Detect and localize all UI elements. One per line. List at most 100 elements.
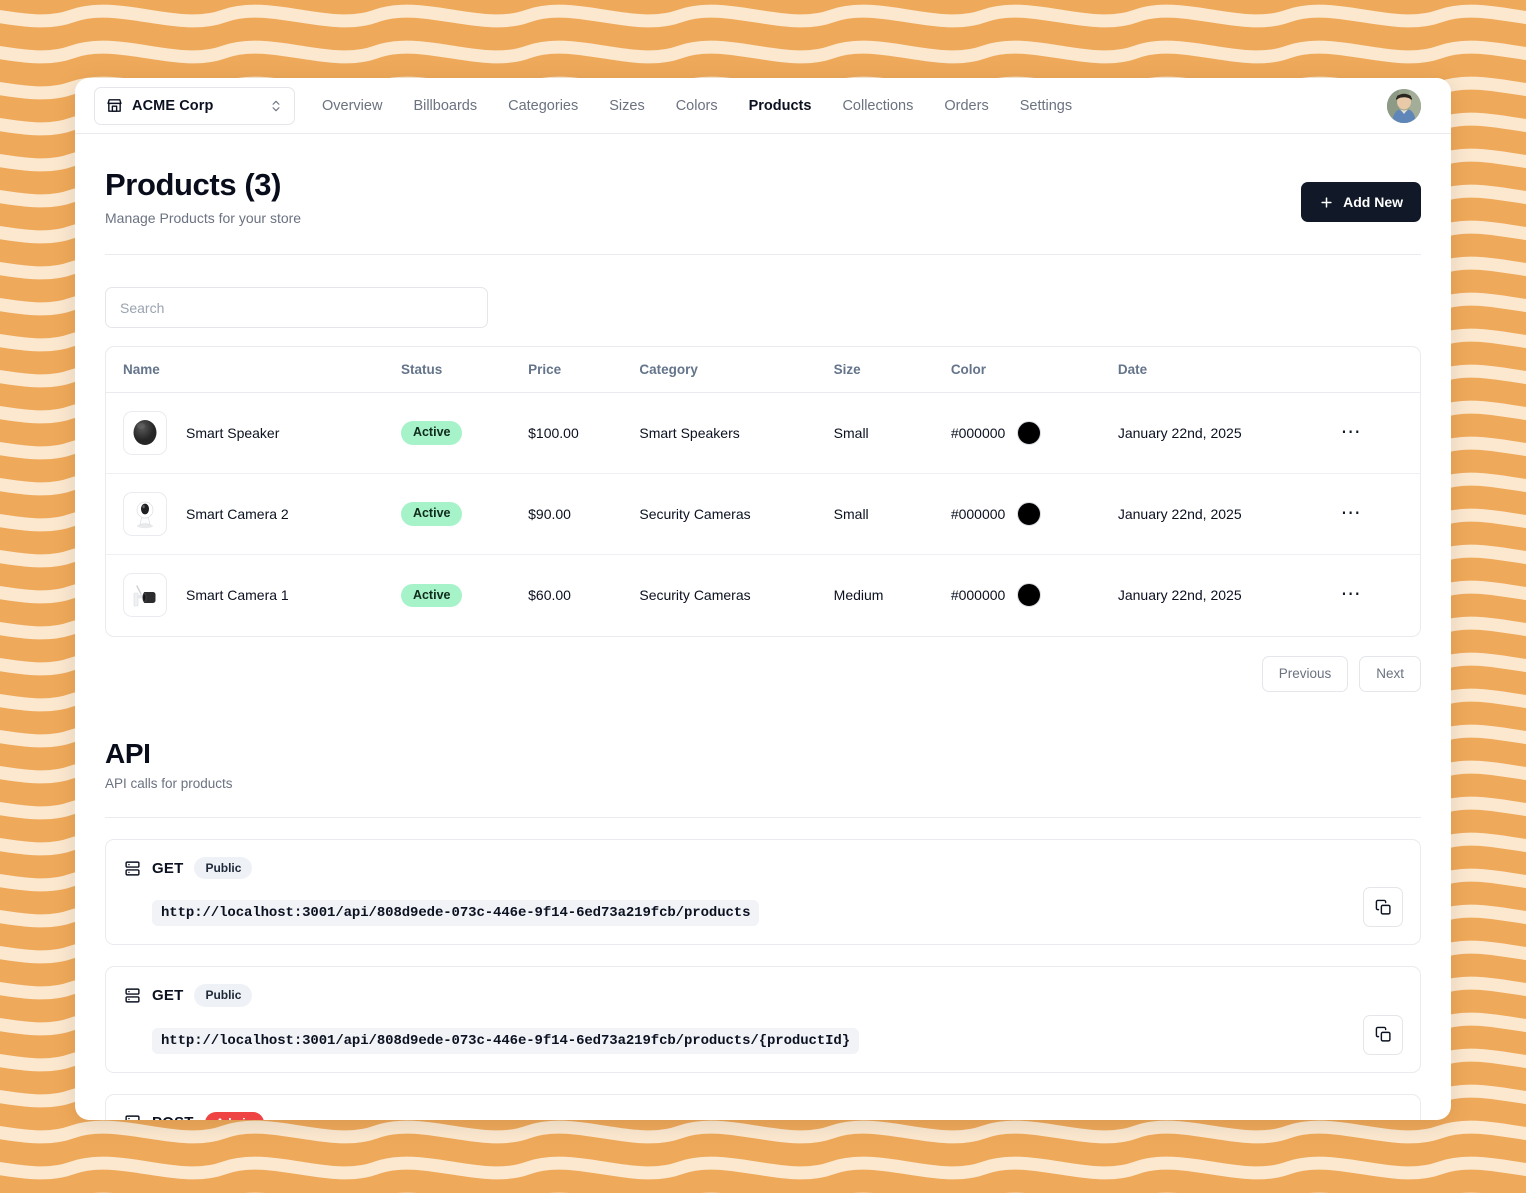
column-header-actions [1340, 347, 1420, 394]
api-method: GET [152, 987, 184, 1005]
table-row: Smart Camera 2 Active $90.00 Security Camer… [106, 473, 1420, 556]
color-label: #000000 [950, 587, 1006, 604]
product-name: Smart Camera 2 [186, 506, 289, 523]
table-header-row: Name Status Price Category Size Color Da… [106, 347, 1420, 394]
copy-url-button[interactable] [1363, 887, 1403, 928]
plus-icon [1319, 195, 1334, 210]
nav-link-categories[interactable]: Categories [508, 98, 578, 114]
store-icon [106, 97, 123, 114]
nav-link-orders[interactable]: Orders [944, 98, 988, 114]
api-endpoint-card: GET Public http://localhost:3001/api/808d9… [105, 966, 1421, 1073]
page-header: Products (3) Manage Products for your st… [105, 167, 1421, 227]
nav-link-overview[interactable]: Overview [322, 98, 382, 114]
api-method: GET [152, 859, 184, 877]
nav-link-products[interactable]: Products [749, 98, 812, 114]
cell-date: January 22nd, 2025 [1117, 473, 1341, 556]
cell-category: Security Cameras [639, 473, 834, 556]
product-name: Smart Camera 1 [186, 587, 289, 604]
color-swatch [1017, 583, 1042, 608]
cell-status: Active [400, 473, 529, 556]
product-thumbnail [123, 411, 167, 456]
cell-name: Smart Speaker [106, 392, 401, 475]
api-access-tag: Public [194, 984, 253, 1007]
api-section: API API calls for products GET Public http… [105, 737, 1421, 1120]
store-name: ACME Corp [132, 97, 214, 114]
next-button[interactable]: Next [1359, 655, 1421, 692]
column-header-category: Category [639, 347, 834, 394]
api-access-tag: Admin [204, 1111, 264, 1120]
copy-url-button[interactable] [1363, 1014, 1403, 1055]
api-endpoint-card: GET Public http://localhost:3001/api/808d9… [105, 838, 1421, 946]
add-new-label: Add New [1343, 194, 1403, 210]
pagination: Previous Next [105, 655, 1421, 692]
nav-link-settings[interactable]: Settings [1020, 98, 1072, 114]
nav-link-billboards[interactable]: Billboards [413, 98, 477, 114]
cell-category: Smart Speakers [639, 392, 834, 475]
server-icon [124, 860, 141, 877]
nav-link-collections[interactable]: Collections [842, 98, 913, 114]
row-actions-ellipsis-icon[interactable]: ⋯ [1341, 503, 1362, 523]
page-body: Products (3) Manage Products for your st… [75, 134, 1451, 1120]
cell-color: #000000 [950, 473, 1118, 556]
api-access-tag: Public [194, 856, 253, 880]
add-new-button[interactable]: Add New [1301, 182, 1421, 222]
nav-link-colors[interactable]: Colors [676, 98, 718, 114]
search-input[interactable] [105, 287, 488, 329]
server-icon [124, 987, 141, 1004]
cell-status: Active [400, 555, 528, 636]
cell-date: January 22nd, 2025 [1117, 392, 1341, 475]
column-header-color: Color [950, 347, 1118, 394]
chevron-up-down-icon [269, 99, 283, 113]
api-title: API [105, 737, 151, 769]
column-header-price: Price [528, 347, 640, 394]
row-actions-ellipsis-icon[interactable]: ⋯ [1341, 422, 1362, 442]
page-title: Products (3) [105, 167, 282, 202]
api-subtitle: API calls for products [105, 775, 233, 791]
cell-size: Medium [833, 587, 884, 604]
product-thumbnail [123, 492, 167, 537]
api-url: http://localhost:3001/api/808d9ede-073c-… [152, 1027, 860, 1054]
products-table: Name Status Price Category Size Color Da… [105, 346, 1421, 637]
store-switcher[interactable]: ACME Corp [94, 86, 295, 125]
cell-color: #000000 [951, 555, 1118, 636]
api-separator [105, 816, 1421, 818]
table-row: Smart Camera 1 Active $60.00 Security Camer… [106, 555, 1420, 636]
status-badge: Active [400, 583, 463, 608]
cell-status: Active [400, 392, 529, 475]
status-badge: Active [400, 421, 463, 445]
column-header-status: Status [400, 347, 529, 394]
row-actions-ellipsis-icon[interactable]: ⋯ [1341, 584, 1362, 604]
color-label: #000000 [950, 425, 1006, 442]
column-header-size: Size [833, 347, 951, 394]
cell-price: $90.00 [528, 473, 640, 556]
color-swatch [1017, 421, 1042, 446]
api-endpoint-card: POSTAdminhttp://localhost:3001/api/808d9… [105, 1093, 1421, 1120]
avatar[interactable] [1387, 88, 1421, 123]
cell-actions: ⋯ [1340, 392, 1420, 475]
page-subtitle: Manage Products for your store [105, 210, 302, 227]
previous-button[interactable]: Previous [1261, 655, 1349, 692]
cell-actions: ⋯ [1341, 555, 1420, 636]
cell-category: Security Cameras [639, 587, 751, 604]
main-nav: Overview Billboards Categories Sizes Colors P… [322, 98, 1072, 114]
api-method: POST [152, 1114, 194, 1120]
status-badge: Active [400, 502, 463, 526]
cell-size: Small [833, 392, 951, 475]
cell-size: Small [833, 473, 951, 556]
app-window: ACME Corp Overview Billboards Categories Si… [75, 78, 1451, 1120]
cell-color: #000000 [950, 392, 1118, 475]
color-label: #000000 [950, 506, 1006, 523]
table-row: Smart Speaker Active $100.00 Smart Speakers… [106, 392, 1420, 475]
cell-date: January 22nd, 2025 [1117, 587, 1242, 604]
column-header-name: Name [106, 347, 401, 394]
cell-name: Smart Camera 1 [106, 555, 401, 636]
product-name: Smart Speaker [186, 425, 280, 442]
column-header-date: Date [1117, 347, 1341, 394]
color-swatch [1017, 502, 1042, 527]
server-icon [124, 1114, 141, 1120]
product-thumbnail [123, 573, 167, 618]
cell-actions: ⋯ [1340, 473, 1420, 556]
cell-name: Smart Camera 2 [106, 473, 401, 556]
header-separator [105, 254, 1421, 256]
nav-link-sizes[interactable]: Sizes [609, 98, 644, 114]
